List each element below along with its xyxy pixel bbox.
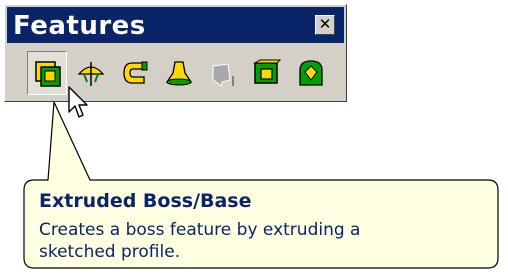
disabled-feature-icon <box>212 63 234 87</box>
close-button[interactable]: ✕ <box>315 15 335 35</box>
tooltip-description: Creates a boss feature by extruding a sk… <box>39 220 361 262</box>
fillet-icon <box>299 60 323 86</box>
close-icon: ✕ <box>318 15 332 33</box>
toolbar-title: Features <box>13 11 146 41</box>
extruded-boss-base-icon <box>35 61 61 87</box>
swept-boss-base-icon <box>123 61 148 84</box>
swept-boss-base-button[interactable] <box>115 51 155 95</box>
lofted-boss-base-button[interactable] <box>159 51 199 95</box>
tooltip-title: Extruded Boss/Base <box>39 190 252 212</box>
toolbar-titlebar[interactable]: Features ✕ <box>7 7 344 43</box>
extruded-cut-icon <box>253 59 282 84</box>
extruded-boss-base-button[interactable] <box>27 51 67 95</box>
revolved-boss-base-icon <box>77 62 105 86</box>
disabled-feature-button[interactable] <box>203 51 243 95</box>
extruded-cut-button[interactable] <box>247 51 287 95</box>
fillet-button[interactable] <box>291 51 331 95</box>
lofted-boss-base-icon <box>165 61 193 86</box>
mouse-pointer-icon <box>68 86 88 118</box>
features-toolbar: Features ✕ <box>4 4 347 102</box>
